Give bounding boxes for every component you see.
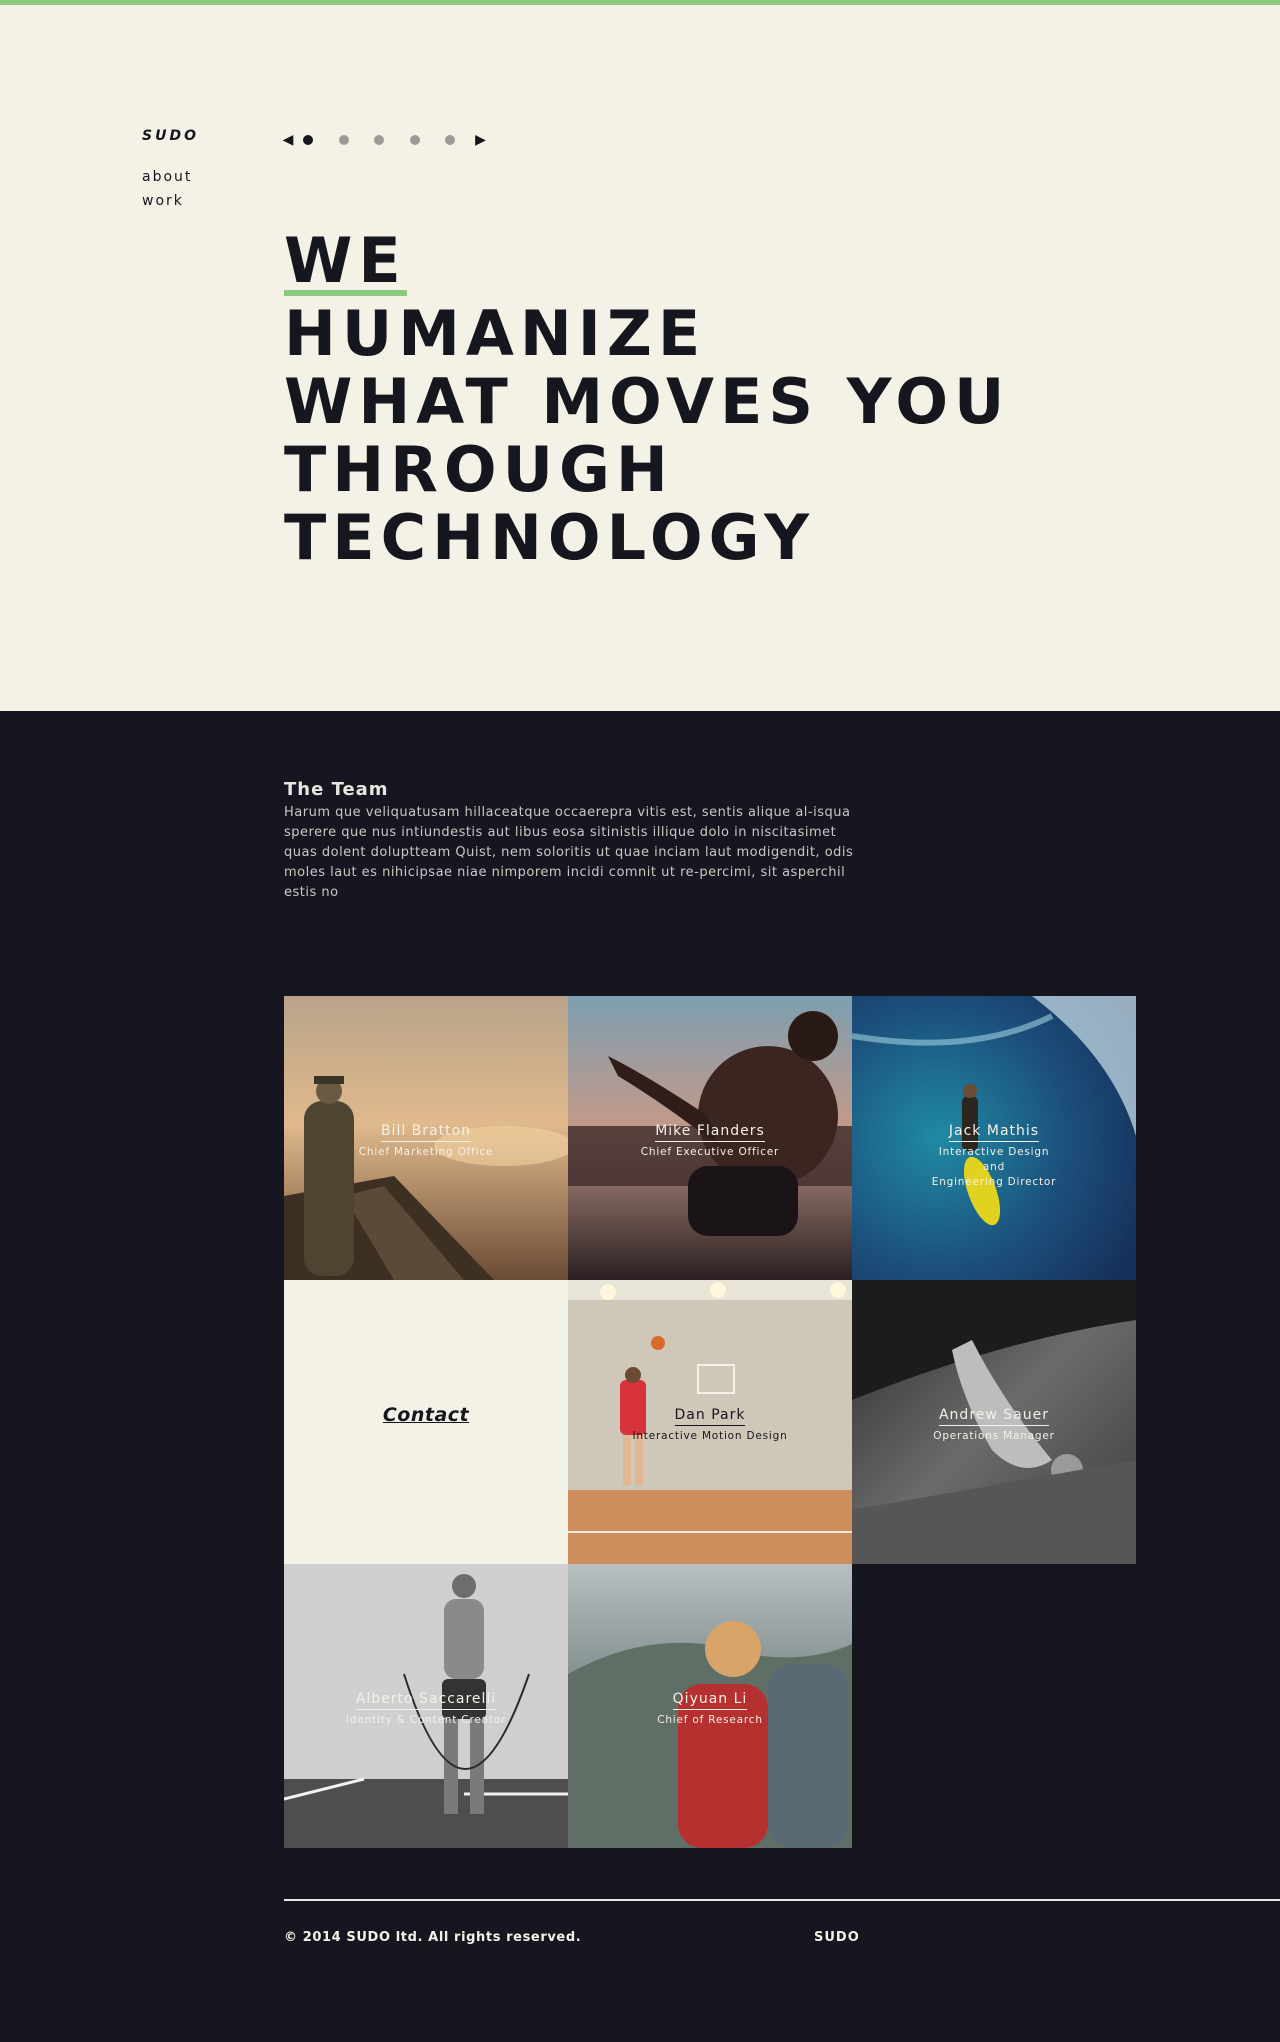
slider-dot-3[interactable] [374,135,384,145]
member-caption: Qiyuan Li Chief of Research [568,1688,852,1728]
member-role: Chief Executive Officer [640,1146,780,1158]
member-role: Operations Manager [933,1430,1055,1442]
hero-headline: WE HUMANIZE WHAT MOVES YOU THROUGH TECHN… [284,224,1011,574]
team-member-tile[interactable]: Jack Mathis Interactive Design and Engin… [852,996,1136,1280]
team-section: The Team Harum que veliquatusam hillacea… [0,711,1280,2042]
contact-tile[interactable]: Contact [284,1280,568,1564]
slider-dot-1[interactable] [303,135,313,145]
team-member-tile[interactable]: Bill Bratton Chief Marketing Office [284,996,568,1280]
member-role: Interactive Design and Engineering Direc… [931,1146,1057,1188]
site-logo[interactable]: SUDO [142,128,199,144]
nav-item-about[interactable]: about [142,165,192,189]
slider-dot-4[interactable] [409,135,420,145]
member-caption: Jack Mathis Interactive Design and Engin… [852,1120,1136,1190]
slider-next-arrow-icon[interactable]: ▶ [471,132,491,148]
headline-line-4: THROUGH [284,433,674,506]
member-role: Interactive Motion Design [632,1430,788,1442]
team-grid: Bill Bratton Chief Marketing Office Mike… [284,996,1139,1851]
headline-line-3: WHAT MOVES YOU [284,365,1011,438]
contact-link[interactable]: Contact [284,1404,568,1426]
member-name: Alberto Saccarelli [355,1691,497,1710]
team-member-tile[interactable]: Qiyuan Li Chief of Research [568,1564,852,1848]
team-title: The Team [284,779,389,800]
team-member-tile[interactable]: Alberto Saccarelli Identity & Content Cr… [284,1564,568,1848]
team-description: Harum que veliquatusam hillaceatque occa… [284,805,854,900]
slider-controls: ◀ ▶ [278,128,491,152]
team-member-tile[interactable]: Dan Park Interactive Motion Design [568,1280,852,1564]
hero-section: SUDO about work ◀ ▶ WE HUMANIZE WHAT MOV… [0,5,1280,711]
member-name: Bill Bratton [380,1123,472,1142]
headline-line-1: WE [284,224,407,297]
slider-dot-2[interactable] [338,135,349,145]
main-nav: about work [142,165,192,213]
member-name: Dan Park [674,1407,746,1426]
member-name: Qiyuan Li [672,1691,748,1710]
member-role: Identity & Content Creator [345,1714,507,1726]
slider-dot-5[interactable] [445,135,455,145]
member-name: Andrew Sauer [938,1407,1049,1426]
member-role: Chief Marketing Office [358,1146,494,1158]
slider-prev-arrow-icon[interactable]: ◀ [278,132,298,148]
member-caption: Alberto Saccarelli Identity & Content Cr… [284,1688,568,1728]
team-member-tile[interactable]: Mike Flanders Chief Executive Officer [568,996,852,1280]
member-caption: Dan Park Interactive Motion Design [568,1404,852,1444]
member-name: Mike Flanders [655,1123,765,1142]
member-caption: Andrew Sauer Operations Manager [852,1404,1136,1444]
nav-item-work[interactable]: work [142,189,192,213]
headline-line-2: HUMANIZE [284,297,707,370]
member-caption: Mike Flanders Chief Executive Officer [568,1120,852,1160]
footer-logo[interactable]: SUDO [814,1930,860,1945]
member-role: Chief of Research [657,1714,763,1726]
headline-line-5: TECHNOLOGY [284,501,816,574]
team-member-tile[interactable]: Andrew Sauer Operations Manager [852,1280,1136,1564]
footer-copyright: © 2014 SUDO ltd. All rights reserved. [284,1930,582,1945]
footer-divider [284,1899,1280,1901]
member-name: Jack Mathis [948,1123,1040,1142]
member-caption: Bill Bratton Chief Marketing Office [284,1120,568,1160]
